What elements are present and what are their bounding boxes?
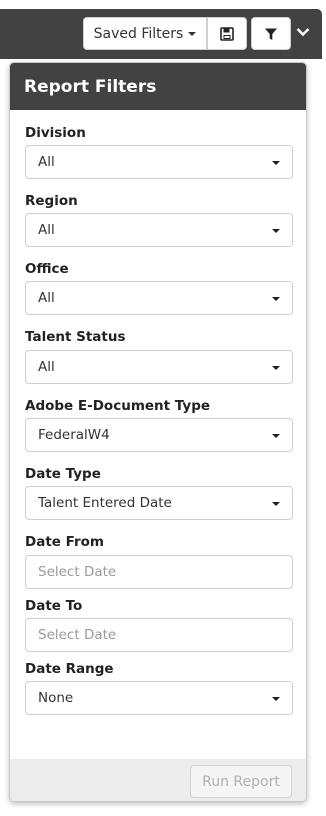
date-range-value: None [38,690,74,706]
office-value: All [38,290,55,306]
date-from-label: Date From [25,534,104,550]
region-label: Region [25,193,78,209]
caret-down-icon [188,31,197,36]
date-range-select[interactable]: None [25,681,293,715]
document-type-select[interactable]: FederalW4 [25,418,293,452]
region-value: All [38,222,55,238]
talent-status-value: All [38,359,55,375]
caret-down-icon [272,366,280,370]
save-filter-button[interactable] [207,17,247,50]
funnel-icon [265,28,277,40]
floppy-disk-icon [220,26,234,41]
date-to-placeholder: Select Date [38,627,117,643]
caret-down-icon [272,229,280,233]
caret-down-icon [272,161,280,165]
report-filters-panel: Report Filters Division All Region All O… [9,62,307,802]
talent-status-label: Talent Status [25,329,126,345]
division-select[interactable]: All [25,145,293,179]
talent-status-select[interactable]: All [25,350,293,384]
top-toolbar: Saved Filters [0,9,322,59]
division-value: All [38,154,55,170]
saved-filters-dropdown[interactable]: Saved Filters [83,17,207,50]
office-label: Office [25,261,69,277]
chevron-down-icon[interactable] [294,23,312,41]
caret-down-icon [272,502,280,506]
date-to-input[interactable]: Select Date [25,618,293,652]
office-select[interactable]: All [25,281,293,315]
date-from-placeholder: Select Date [38,564,117,580]
run-report-button[interactable]: Run Report [190,765,292,798]
panel-footer: Run Report [10,759,306,801]
date-range-label: Date Range [25,661,114,677]
caret-down-icon [272,697,280,701]
division-label: Division [25,125,86,141]
date-type-value: Talent Entered Date [38,495,172,511]
date-from-input[interactable]: Select Date [25,555,293,589]
filter-toggle-button[interactable] [251,17,291,50]
caret-down-icon [272,434,280,438]
region-select[interactable]: All [25,213,293,247]
date-type-select[interactable]: Talent Entered Date [25,486,293,520]
document-type-label: Adobe E-Document Type [25,398,211,414]
saved-filters-label: Saved Filters [93,25,184,42]
caret-down-icon [272,297,280,301]
date-type-label: Date Type [25,466,101,482]
document-type-value: FederalW4 [38,427,110,443]
panel-title: Report Filters [10,63,306,110]
date-to-label: Date To [25,598,83,614]
